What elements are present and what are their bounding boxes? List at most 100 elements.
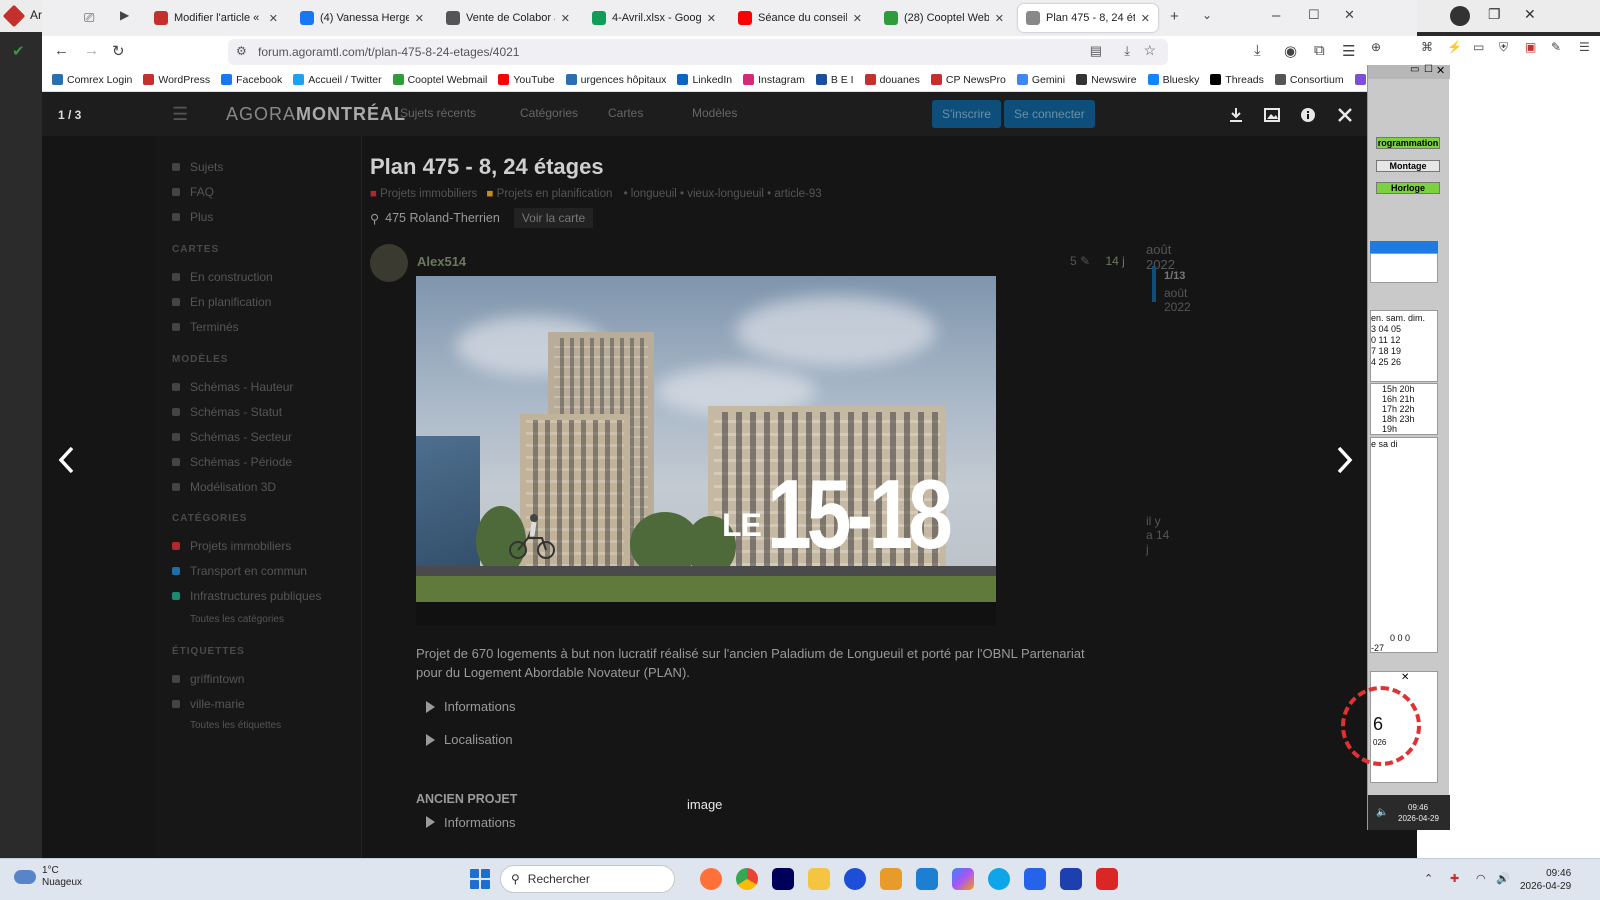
speaker-icon[interactable]: 🔊	[1496, 872, 1510, 885]
menu-icon[interactable]: ☰	[1342, 42, 1355, 60]
app-icon[interactable]	[1096, 868, 1118, 890]
window-maximize-icon[interactable]: ☐	[1308, 7, 1320, 23]
topic-tag-list[interactable]: • longueuil • vieux-longueuil • article-…	[624, 188, 822, 200]
widget-icon[interactable]: ⊕	[1371, 40, 1381, 54]
tab-list-icon[interactable]: ⎚	[84, 10, 94, 26]
close-icon[interactable]: ✕	[1524, 6, 1536, 23]
download-icon[interactable]	[1227, 106, 1245, 124]
sidebar-item-tag-0[interactable]: griffintown	[172, 672, 244, 686]
audition-icon[interactable]	[772, 868, 794, 890]
nav-recent-topics[interactable]: Sujets récents	[400, 106, 476, 120]
timeline-ago[interactable]: il y a 14 j	[1146, 514, 1170, 556]
tab-1[interactable]: (4) Vanessa Hergett | Fa ✕	[292, 4, 432, 32]
widget-icon[interactable]: ⛨	[1499, 40, 1508, 55]
tab-close-icon[interactable]: ✕	[1141, 12, 1150, 25]
app-icon[interactable]	[844, 868, 866, 890]
file-explorer-icon[interactable]	[808, 868, 830, 890]
tab-overflow-icon[interactable]: ⌄	[1202, 8, 1212, 22]
widget-maximize-icon[interactable]: ☐	[1424, 64, 1433, 75]
bookmark-4[interactable]: Cooptel Webmail	[392, 74, 487, 86]
bookmark-3[interactable]: Accueil / Twitter	[293, 74, 382, 86]
tab-2[interactable]: Vente de Colabor à Péla ✕	[438, 4, 578, 32]
sidebar-item-carte-2[interactable]: Terminés	[172, 320, 239, 334]
bookmark-14[interactable]: Bluesky	[1147, 74, 1199, 86]
sidebar-item-top-1[interactable]: FAQ	[172, 185, 214, 199]
tab-3[interactable]: 4-Avril.xlsx - Google Sh ✕	[584, 4, 724, 32]
sidebar-item-tag-1[interactable]: ville-marie	[172, 697, 245, 711]
signup-button[interactable]: S'inscrire	[932, 100, 1001, 128]
sidebar-heading-modeles[interactable]: MODÈLES	[172, 354, 228, 365]
nav-models[interactable]: Modèles	[692, 106, 737, 120]
clock-close-icon[interactable]: ✕	[1401, 672, 1409, 683]
edge-icon[interactable]	[988, 868, 1010, 890]
timeline-handle[interactable]	[1152, 266, 1156, 302]
sidebar-all-categories[interactable]: Toutes les catégories	[190, 614, 284, 625]
downloads-icon[interactable]: ⤓	[1254, 42, 1261, 59]
sidebar-item-modele-2[interactable]: Schémas - Secteur	[172, 430, 292, 444]
app-icon[interactable]	[1060, 868, 1082, 890]
bookmark-2[interactable]: Facebook	[221, 74, 282, 86]
taskbar-search[interactable]: ⚲ Rechercher	[500, 865, 675, 893]
bookmark-star-icon[interactable]: ☆	[1143, 42, 1156, 59]
bookmark-11[interactable]: CP NewsPro	[930, 74, 1006, 86]
details-informations[interactable]: Informations	[426, 699, 516, 714]
details-ancien-informations[interactable]: Informations	[426, 816, 516, 828]
widget-icon[interactable]: ✎	[1551, 40, 1561, 54]
bookmark-15[interactable]: Threads	[1210, 74, 1264, 86]
widget-icon[interactable]: ▭	[1473, 40, 1484, 54]
address-bar[interactable]: ⚙ forum.agoramtl.com/t/plan-475-8-24-eta…	[228, 39, 1168, 65]
bookmark-7[interactable]: LinkedIn	[677, 74, 732, 86]
sidebar-item-modele-1[interactable]: Schémas - Statut	[172, 405, 282, 419]
edit-count[interactable]: 5	[1070, 254, 1077, 268]
bookmark-16[interactable]: Consortium	[1274, 74, 1344, 86]
app-icon[interactable]	[880, 868, 902, 890]
taskbar-clock[interactable]: 09:46 2026-04-29	[1520, 867, 1571, 893]
timeline-date-top[interactable]: août 2022	[1146, 242, 1175, 272]
copilot-icon[interactable]	[952, 868, 974, 890]
sidebar-item-modele-3[interactable]: Schémas - Période	[172, 455, 292, 469]
sidebar-item-top-2[interactable]: Plus	[172, 210, 213, 224]
widget-icon[interactable]: ▣	[1525, 40, 1536, 54]
widget-horloge-button[interactable]: Horloge	[1376, 182, 1440, 194]
post-author[interactable]: Alex514	[417, 254, 466, 269]
sidebar-heading-categories[interactable]: CATÉGORIES	[172, 513, 247, 524]
reader-view-icon[interactable]: ▤	[1090, 43, 1102, 59]
tab-close-icon[interactable]: ✕	[707, 12, 716, 25]
tray-app-icon[interactable]: ✚	[1450, 872, 1459, 885]
sidebar-item-modele-4[interactable]: Modélisation 3D	[172, 480, 276, 494]
forward-icon[interactable]: →	[84, 42, 99, 59]
sidebar-item-modele-0[interactable]: Schémas - Hauteur	[172, 380, 293, 394]
sidebar-item-carte-1[interactable]: En planification	[172, 295, 271, 309]
widget-icon[interactable]: ⚡	[1447, 40, 1462, 54]
login-button[interactable]: Se connecter	[1004, 100, 1095, 128]
bookmark-1[interactable]: WordPress	[143, 74, 210, 86]
back-icon[interactable]: ←	[54, 42, 69, 59]
tab-close-icon[interactable]: ✕	[415, 12, 424, 25]
sidebar-heading-cartes[interactable]: CARTES	[172, 244, 219, 255]
tab-close-icon[interactable]: ✕	[995, 12, 1004, 25]
post-age[interactable]: 14 j	[1105, 254, 1124, 268]
next-image-icon[interactable]	[1335, 442, 1355, 478]
app-icon[interactable]	[1024, 868, 1046, 890]
sidebar-item-category-2[interactable]: Infrastructures publiques	[172, 589, 321, 603]
tab-close-icon[interactable]: ✕	[269, 12, 278, 25]
bookmark-12[interactable]: Gemini	[1016, 74, 1065, 86]
account-icon[interactable]: ◉	[1284, 42, 1297, 60]
extensions-icon[interactable]: ⧉	[1314, 42, 1325, 59]
topic-category-2[interactable]: Projets en planification	[497, 188, 613, 200]
nav-categories[interactable]: Catégories	[520, 106, 578, 120]
tray-overflow-icon[interactable]: ⌃	[1424, 872, 1433, 885]
widget-grid[interactable]	[1370, 437, 1438, 653]
site-info-icon[interactable]: ⚙	[236, 44, 247, 58]
bookmark-13[interactable]: Newswire	[1076, 74, 1137, 86]
details-localisation[interactable]: Localisation	[426, 732, 513, 747]
reload-icon[interactable]: ↻	[112, 42, 125, 60]
volume-icon[interactable]: 🔈	[1376, 807, 1388, 818]
nav-maps[interactable]: Cartes	[608, 106, 643, 120]
sidebar-item-top-0[interactable]: Sujets	[172, 160, 223, 174]
bookmark-10[interactable]: douanes	[864, 74, 920, 86]
avatar[interactable]	[370, 244, 408, 282]
hamburger-icon[interactable]: ☰	[172, 104, 188, 125]
tab-close-icon[interactable]: ✕	[561, 12, 570, 25]
topic-category-1[interactable]: Projets immobiliers	[380, 188, 477, 200]
